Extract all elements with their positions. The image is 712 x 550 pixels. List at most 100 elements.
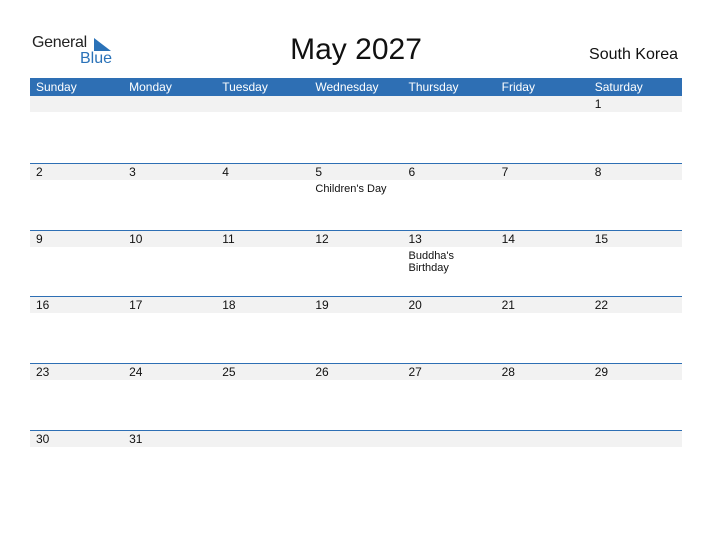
day-number: 27 xyxy=(402,364,496,380)
day-number: 16 xyxy=(30,297,124,313)
day-number xyxy=(588,431,682,447)
day-number: 9 xyxy=(30,231,124,247)
day-cell: 23 xyxy=(30,364,124,383)
day-cell: 31 xyxy=(123,431,217,450)
day-cell: 19 xyxy=(309,297,403,316)
day-number: 22 xyxy=(588,297,682,313)
day-number: 30 xyxy=(30,431,124,447)
day-cell xyxy=(402,431,496,450)
weekday-friday: Friday xyxy=(501,80,535,94)
day-number xyxy=(216,431,310,447)
day-number: 26 xyxy=(309,364,403,380)
week-row: 2 3 4 5 Children's Day 6 7 8 xyxy=(30,163,682,195)
day-number: 31 xyxy=(123,431,217,447)
day-number: 2 xyxy=(30,164,124,180)
day-cell: 4 xyxy=(216,164,310,195)
day-cell: 2 xyxy=(30,164,124,195)
day-number xyxy=(30,96,124,112)
day-number: 4 xyxy=(216,164,310,180)
day-cell: 9 xyxy=(30,231,124,274)
day-cell: 3 xyxy=(123,164,217,195)
day-cell xyxy=(495,96,589,115)
day-number xyxy=(402,96,496,112)
week-row: 9 10 11 12 13 Buddha's Birthday 14 15 xyxy=(30,230,682,274)
day-cell xyxy=(216,431,310,450)
day-cell: 14 xyxy=(495,231,589,274)
day-cell: 28 xyxy=(495,364,589,383)
day-number: 25 xyxy=(216,364,310,380)
day-cell xyxy=(309,96,403,115)
day-cell: 27 xyxy=(402,364,496,383)
day-cell: 8 xyxy=(588,164,682,195)
day-cell xyxy=(30,96,124,115)
day-cell: 13 Buddha's Birthday xyxy=(402,231,496,274)
weekday-header: Sunday Monday Tuesday Wednesday Thursday… xyxy=(30,78,682,96)
day-number xyxy=(402,431,496,447)
weekday-tuesday: Tuesday xyxy=(222,80,268,94)
day-cell: 26 xyxy=(309,364,403,383)
day-number: 5 xyxy=(309,164,403,180)
day-cell: 15 xyxy=(588,231,682,274)
day-cell: 21 xyxy=(495,297,589,316)
day-cell xyxy=(588,431,682,450)
day-cell: 30 xyxy=(30,431,124,450)
weekday-wednesday: Wednesday xyxy=(315,80,379,94)
day-cell xyxy=(123,96,217,115)
holiday-event: Children's Day xyxy=(315,183,387,195)
day-number: 18 xyxy=(216,297,310,313)
day-cell: 17 xyxy=(123,297,217,316)
day-number: 11 xyxy=(216,231,310,247)
day-cell: 5 Children's Day xyxy=(309,164,403,195)
day-number xyxy=(309,431,403,447)
day-cell xyxy=(216,96,310,115)
week-row: 1 xyxy=(30,96,682,115)
day-number: 3 xyxy=(123,164,217,180)
week-row: 30 31 xyxy=(30,430,682,450)
week-row: 23 24 25 26 27 28 29 xyxy=(30,363,682,383)
day-number: 17 xyxy=(123,297,217,313)
country-label: South Korea xyxy=(589,46,678,63)
day-cell: 20 xyxy=(402,297,496,316)
day-number xyxy=(123,96,217,112)
day-cell: 29 xyxy=(588,364,682,383)
day-number: 28 xyxy=(495,364,589,380)
day-cell: 22 xyxy=(588,297,682,316)
day-cell xyxy=(402,96,496,115)
day-number: 15 xyxy=(588,231,682,247)
day-cell: 12 xyxy=(309,231,403,274)
day-number: 29 xyxy=(588,364,682,380)
day-number xyxy=(216,96,310,112)
day-cell: 1 xyxy=(588,96,682,115)
weekday-thursday: Thursday xyxy=(408,80,459,94)
day-number: 24 xyxy=(123,364,217,380)
day-number: 8 xyxy=(588,164,682,180)
day-cell: 25 xyxy=(216,364,310,383)
day-cell xyxy=(495,431,589,450)
day-number: 1 xyxy=(588,96,682,112)
day-number: 13 xyxy=(402,231,496,247)
day-cell: 10 xyxy=(123,231,217,274)
day-cell: 11 xyxy=(216,231,310,274)
day-number: 20 xyxy=(402,297,496,313)
day-number: 7 xyxy=(495,164,589,180)
day-number: 12 xyxy=(309,231,403,247)
day-number: 23 xyxy=(30,364,124,380)
day-cell: 6 xyxy=(402,164,496,195)
day-cell: 16 xyxy=(30,297,124,316)
day-number: 14 xyxy=(495,231,589,247)
weekday-sunday: Sunday xyxy=(36,80,77,94)
day-number: 10 xyxy=(123,231,217,247)
day-number: 21 xyxy=(495,297,589,313)
weekday-monday: Monday xyxy=(129,80,172,94)
weekday-saturday: Saturday xyxy=(594,80,643,94)
day-cell: 24 xyxy=(123,364,217,383)
day-number: 6 xyxy=(402,164,496,180)
day-number xyxy=(495,96,589,112)
day-number xyxy=(309,96,403,112)
day-number xyxy=(495,431,589,447)
day-number: 19 xyxy=(309,297,403,313)
week-row: 16 17 18 19 20 21 22 xyxy=(30,296,682,316)
day-cell: 7 xyxy=(495,164,589,195)
holiday-event: Buddha's Birthday xyxy=(408,250,455,274)
day-cell: 18 xyxy=(216,297,310,316)
